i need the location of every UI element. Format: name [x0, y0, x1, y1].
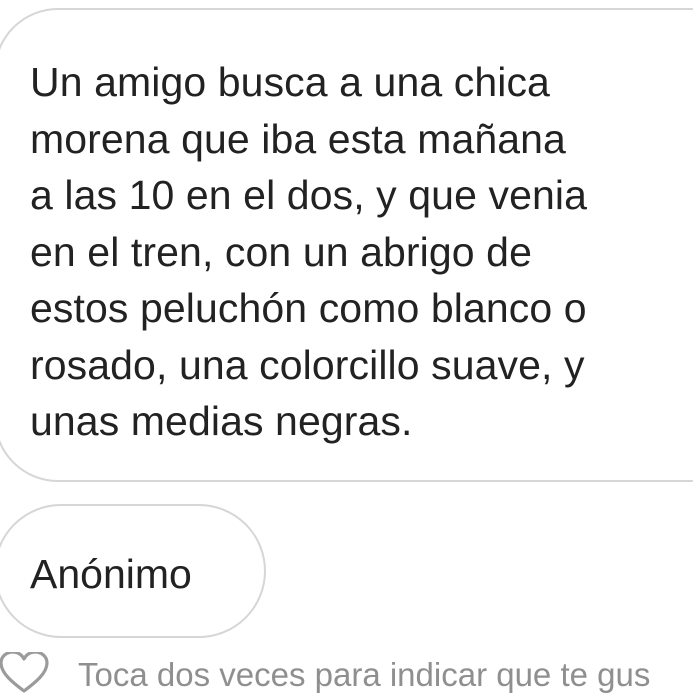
message-screen: Un amigo busca a una chica morena que ib… [0, 0, 693, 693]
sender-name: Anónimo [30, 551, 192, 597]
message-text: Un amigo busca a una chica morena que ib… [30, 59, 587, 444]
heart-outline-icon[interactable] [0, 652, 50, 693]
footer-bar: Toca dos veces para indicar que te gus [0, 652, 693, 693]
double-tap-like-hint: Toca dos veces para indicar que te gus [78, 656, 651, 693]
